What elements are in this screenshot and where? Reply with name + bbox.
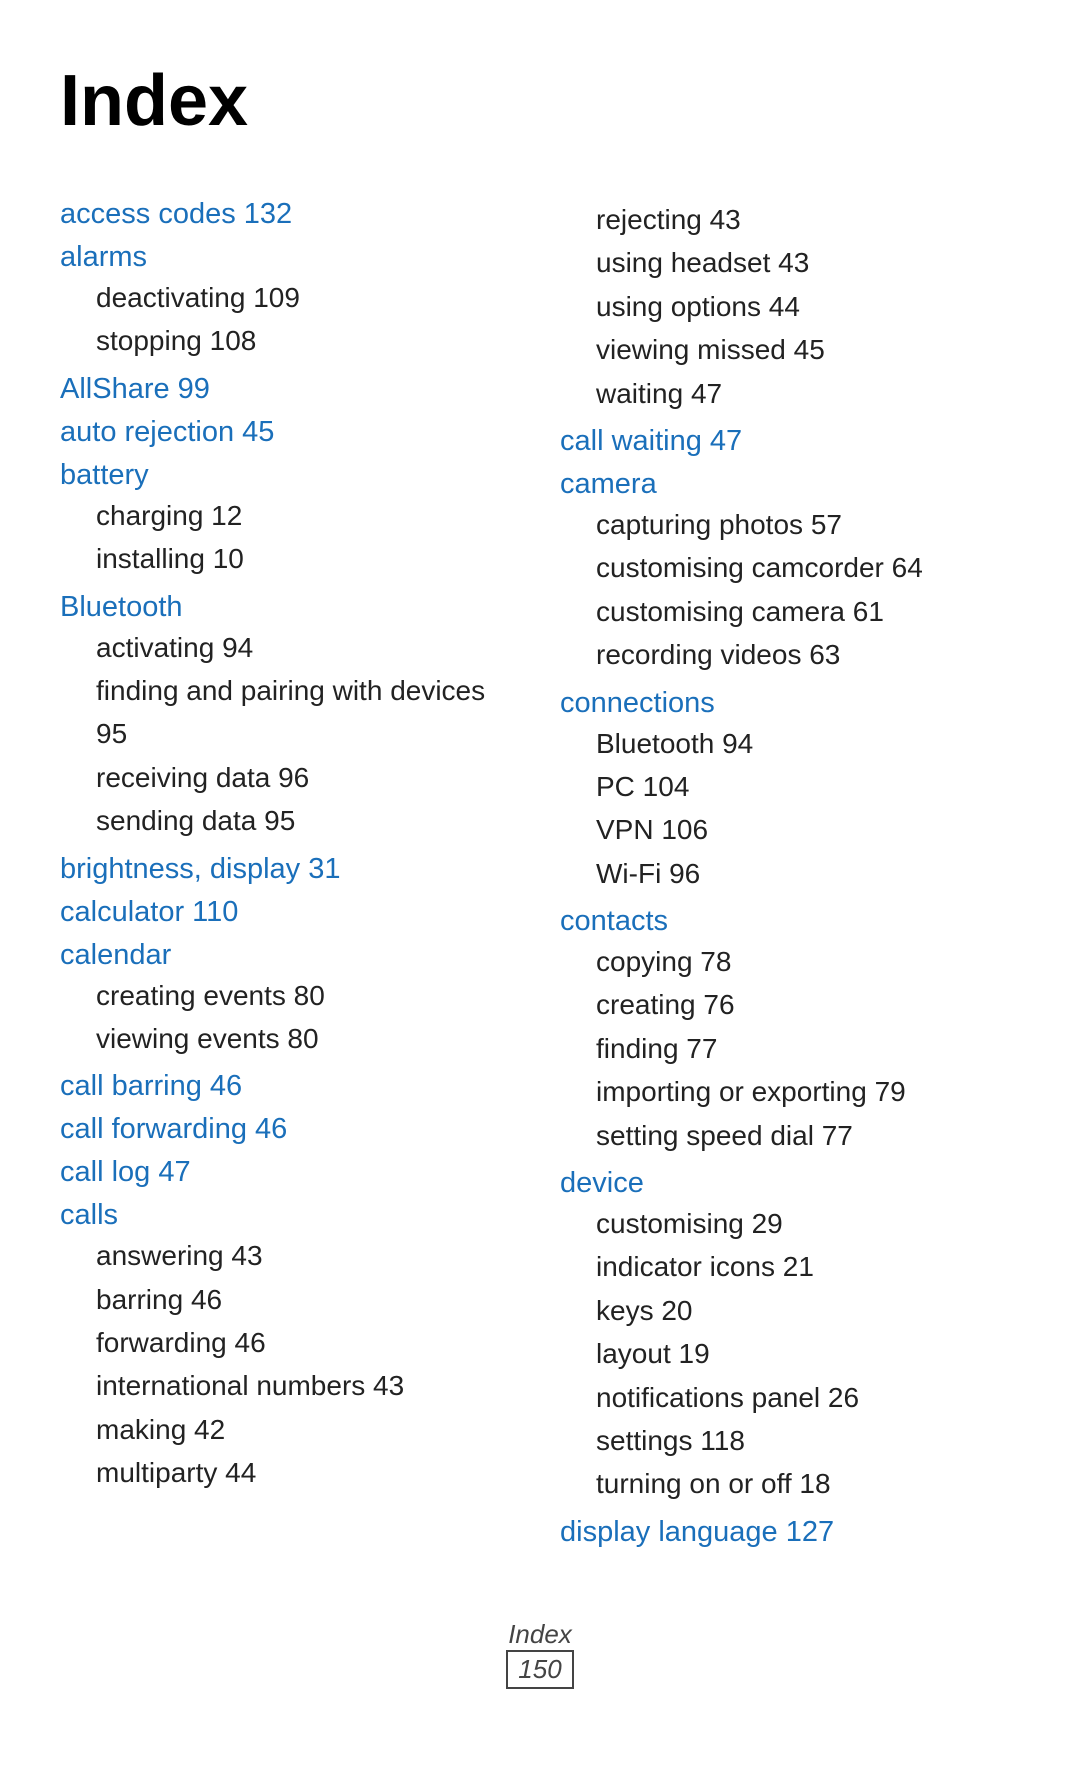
- index-section: Bluetoothactivating 94finding and pairin…: [60, 591, 520, 843]
- index-subitem: charging 12: [60, 494, 520, 537]
- index-subitem: using options 44: [560, 285, 1020, 328]
- index-subitem: customising 29: [560, 1202, 1020, 1245]
- index-section: call forwarding 46: [60, 1113, 520, 1146]
- index-section: call barring 46: [60, 1070, 520, 1103]
- index-section: call log 47: [60, 1156, 520, 1189]
- index-term: display language 127: [560, 1516, 1020, 1549]
- index-subitem: installing 10: [60, 537, 520, 580]
- index-section: calendarcreating events 80viewing events…: [60, 939, 520, 1061]
- index-section: display language 127: [560, 1516, 1020, 1549]
- index-subitem: multiparty 44: [60, 1451, 520, 1494]
- index-term: calculator 110: [60, 896, 520, 929]
- index-term: battery: [60, 459, 520, 492]
- index-section: alarmsdeactivating 109stopping 108: [60, 241, 520, 363]
- index-term: connections: [560, 687, 1020, 720]
- index-subitem: forwarding 46: [60, 1321, 520, 1364]
- index-subitem: notifications panel 26: [560, 1376, 1020, 1419]
- index-term: AllShare 99: [60, 373, 520, 406]
- index-term: call log 47: [60, 1156, 520, 1189]
- index-term: contacts: [560, 905, 1020, 938]
- page-title: Index: [60, 60, 1020, 142]
- index-term: Bluetooth: [60, 591, 520, 624]
- index-section: brightness, display 31: [60, 853, 520, 886]
- index-term: camera: [560, 468, 1020, 501]
- index-subitem: importing or exporting 79: [560, 1070, 1020, 1113]
- index-subitem: stopping 108: [60, 319, 520, 362]
- index-subitem: using headset 43: [560, 241, 1020, 284]
- index-section: connectionsBluetooth 94PC 104VPN 106Wi-F…: [560, 687, 1020, 896]
- index-subitem: deactivating 109: [60, 276, 520, 319]
- index-term: auto rejection 45: [60, 416, 520, 449]
- index-subitem: rejecting 43: [560, 198, 1020, 241]
- index-subitem: international numbers 43: [60, 1364, 520, 1407]
- index-section: cameracapturing photos 57customising cam…: [560, 468, 1020, 677]
- index-subitem: customising camcorder 64: [560, 546, 1020, 589]
- index-section: rejecting 43using headset 43using option…: [560, 198, 1020, 415]
- index-subitem: indicator icons 21: [560, 1245, 1020, 1288]
- index-subitem: sending data 95: [60, 799, 520, 842]
- index-term: brightness, display 31: [60, 853, 520, 886]
- index-subitem: viewing events 80: [60, 1017, 520, 1060]
- index-subitem: viewing missed 45: [560, 328, 1020, 371]
- index-term: alarms: [60, 241, 520, 274]
- index-section: contactscopying 78creating 76finding 77i…: [560, 905, 1020, 1157]
- index-subitem: barring 46: [60, 1278, 520, 1321]
- index-term: access codes 132: [60, 198, 520, 231]
- index-subitem: customising camera 61: [560, 590, 1020, 633]
- index-subitem: PC 104: [560, 765, 1020, 808]
- index-section: devicecustomising 29indicator icons 21ke…: [560, 1167, 1020, 1506]
- index-subitem: answering 43: [60, 1234, 520, 1277]
- index-subitem: copying 78: [560, 940, 1020, 983]
- index-section: auto rejection 45: [60, 416, 520, 449]
- index-subitem: creating 76: [560, 983, 1020, 1026]
- index-columns: access codes 132 alarmsdeactivating 109st…: [60, 192, 1020, 1559]
- index-subitem: Wi-Fi 96: [560, 852, 1020, 895]
- index-subitem: settings 118: [560, 1419, 1020, 1462]
- footer-label: Index: [508, 1619, 572, 1649]
- index-subitem: waiting 47: [560, 372, 1020, 415]
- index-subitem: capturing photos 57: [560, 503, 1020, 546]
- index-subitem: turning on or off 18: [560, 1462, 1020, 1505]
- index-section: batterycharging 12installing 10: [60, 459, 520, 581]
- index-term: call barring 46: [60, 1070, 520, 1103]
- index-subitem: recording videos 63: [560, 633, 1020, 676]
- index-term: device: [560, 1167, 1020, 1200]
- index-subitem: layout 19: [560, 1332, 1020, 1375]
- index-subitem: setting speed dial 77: [560, 1114, 1020, 1157]
- index-subitem: making 42: [60, 1408, 520, 1451]
- index-term: calendar: [60, 939, 520, 972]
- index-subitem: receiving data 96: [60, 756, 520, 799]
- index-section: callsanswering 43barring 46forwarding 46…: [60, 1199, 520, 1494]
- index-section: calculator 110: [60, 896, 520, 929]
- index-subitem: VPN 106: [560, 808, 1020, 851]
- index-subitem: keys 20: [560, 1289, 1020, 1332]
- index-term: call forwarding 46: [60, 1113, 520, 1146]
- index-term: call waiting 47: [560, 425, 1020, 458]
- footer: Index 150: [60, 1619, 1020, 1689]
- index-subitem: finding 77: [560, 1027, 1020, 1070]
- index-section: access codes 132: [60, 198, 520, 231]
- index-section: AllShare 99: [60, 373, 520, 406]
- index-term: calls: [60, 1199, 520, 1232]
- left-column: access codes 132 alarmsdeactivating 109st…: [60, 192, 520, 1559]
- index-subitem: finding and pairing with devices 95: [60, 669, 520, 756]
- footer-pagenum: 150: [506, 1650, 573, 1689]
- right-column: rejecting 43using headset 43using option…: [560, 192, 1020, 1559]
- index-subitem: Bluetooth 94: [560, 722, 1020, 765]
- index-subitem: creating events 80: [60, 974, 520, 1017]
- index-section: call waiting 47: [560, 425, 1020, 458]
- index-subitem: activating 94: [60, 626, 520, 669]
